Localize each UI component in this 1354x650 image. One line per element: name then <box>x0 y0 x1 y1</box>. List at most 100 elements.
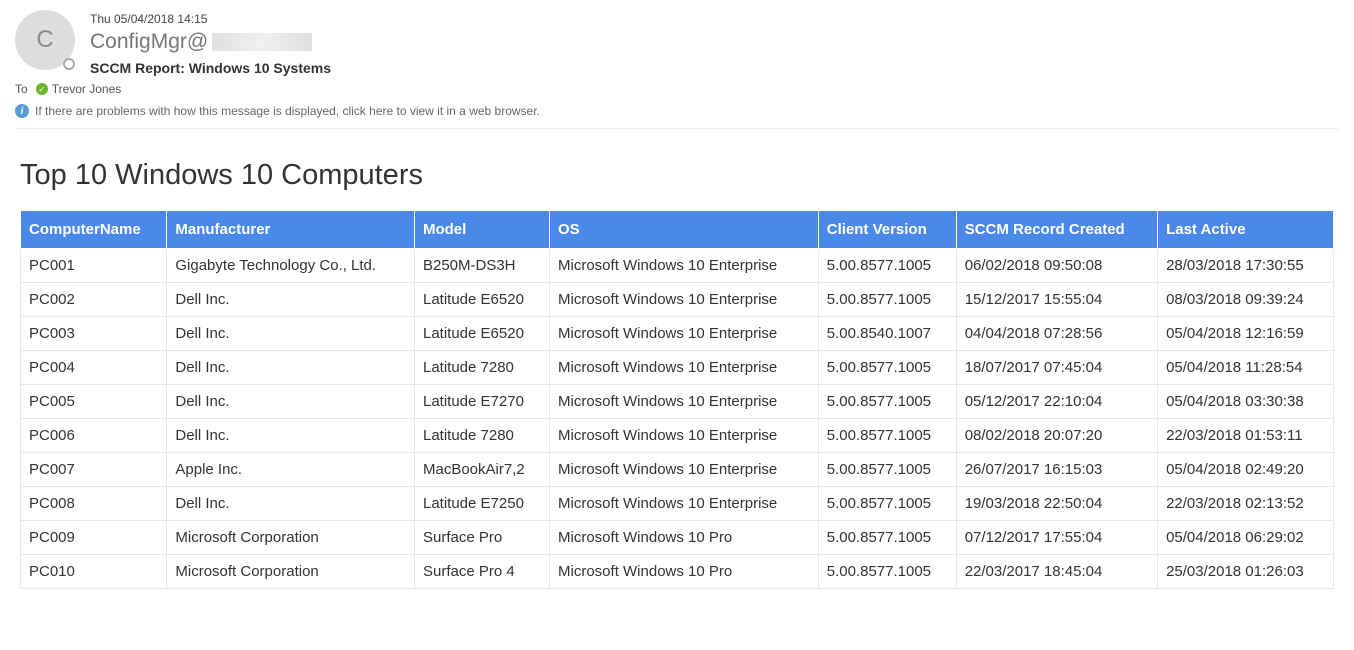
info-bar[interactable]: i If there are problems with how this me… <box>15 104 1339 118</box>
recipient-name: Trevor Jones <box>52 82 122 96</box>
table-cell: 04/04/2018 07:28:56 <box>956 317 1157 351</box>
recipient-chip[interactable]: ✓ Trevor Jones <box>36 82 122 96</box>
sender-domain-redacted <box>212 33 312 51</box>
table-cell: 22/03/2017 18:45:04 <box>956 555 1157 589</box>
table-cell: Microsoft Windows 10 Enterprise <box>550 385 819 419</box>
table-cell: 28/03/2018 17:30:55 <box>1158 249 1334 283</box>
table-cell: MacBookAir7,2 <box>414 453 549 487</box>
table-body: PC001Gigabyte Technology Co., Ltd.B250M-… <box>21 249 1334 589</box>
table-cell: 05/04/2018 11:28:54 <box>1158 351 1334 385</box>
table-row: PC004Dell Inc.Latitude 7280Microsoft Win… <box>21 351 1334 385</box>
table-row: PC003Dell Inc.Latitude E6520Microsoft Wi… <box>21 317 1334 351</box>
table-cell: Dell Inc. <box>167 351 415 385</box>
table-cell: 05/12/2017 22:10:04 <box>956 385 1157 419</box>
table-cell: Dell Inc. <box>167 487 415 521</box>
table-cell: 5.00.8577.1005 <box>818 419 956 453</box>
table-cell: 5.00.8577.1005 <box>818 521 956 555</box>
table-cell: Latitude E7250 <box>414 487 549 521</box>
table-cell: 5.00.8577.1005 <box>818 453 956 487</box>
table-cell: Microsoft Windows 10 Pro <box>550 521 819 555</box>
table-cell: Dell Inc. <box>167 385 415 419</box>
sender-name: ConfigMgr@ <box>90 30 208 54</box>
email-body: Top 10 Windows 10 Computers ComputerName… <box>15 159 1339 589</box>
table-cell: PC002 <box>21 283 167 317</box>
column-header: Last Active <box>1158 211 1334 249</box>
table-cell: 06/02/2018 09:50:08 <box>956 249 1157 283</box>
table-row: PC009Microsoft CorporationSurface ProMic… <box>21 521 1334 555</box>
table-cell: Dell Inc. <box>167 317 415 351</box>
presence-badge-icon <box>63 58 75 70</box>
table-cell: Microsoft Windows 10 Enterprise <box>550 317 819 351</box>
table-cell: PC009 <box>21 521 167 555</box>
sender-avatar: C <box>15 10 75 70</box>
table-cell: Gigabyte Technology Co., Ltd. <box>167 249 415 283</box>
table-cell: PC007 <box>21 453 167 487</box>
column-header: Model <box>414 211 549 249</box>
table-header-row: ComputerNameManufacturerModelOSClient Ve… <box>21 211 1334 249</box>
column-header: Client Version <box>818 211 956 249</box>
table-cell: PC010 <box>21 555 167 589</box>
header-divider <box>15 128 1339 129</box>
table-cell: Microsoft Windows 10 Enterprise <box>550 283 819 317</box>
table-cell: Surface Pro 4 <box>414 555 549 589</box>
table-cell: PC008 <box>21 487 167 521</box>
table-cell: PC006 <box>21 419 167 453</box>
table-cell: PC004 <box>21 351 167 385</box>
table-cell: 18/07/2017 07:45:04 <box>956 351 1157 385</box>
table-cell: Surface Pro <box>414 521 549 555</box>
table-row: PC005Dell Inc.Latitude E7270Microsoft Wi… <box>21 385 1334 419</box>
table-cell: Microsoft Windows 10 Enterprise <box>550 453 819 487</box>
table-cell: PC001 <box>21 249 167 283</box>
email-subject: SCCM Report: Windows 10 Systems <box>90 60 1339 76</box>
table-cell: 19/03/2018 22:50:04 <box>956 487 1157 521</box>
verified-icon: ✓ <box>36 83 48 95</box>
table-cell: Dell Inc. <box>167 419 415 453</box>
avatar-initial: C <box>36 26 53 54</box>
table-cell: Microsoft Windows 10 Pro <box>550 555 819 589</box>
report-table: ComputerNameManufacturerModelOSClient Ve… <box>20 210 1334 589</box>
to-label: To <box>15 82 28 96</box>
table-cell: 22/03/2018 01:53:11 <box>1158 419 1334 453</box>
table-cell: 5.00.8577.1005 <box>818 385 956 419</box>
table-cell: 5.00.8577.1005 <box>818 555 956 589</box>
table-cell: Microsoft Windows 10 Enterprise <box>550 249 819 283</box>
table-cell: 5.00.8577.1005 <box>818 351 956 385</box>
table-cell: 05/04/2018 03:30:38 <box>1158 385 1334 419</box>
email-sender: ConfigMgr@ <box>90 30 1339 54</box>
table-cell: Microsoft Windows 10 Enterprise <box>550 487 819 521</box>
table-cell: Apple Inc. <box>167 453 415 487</box>
table-cell: Latitude 7280 <box>414 351 549 385</box>
table-cell: PC003 <box>21 317 167 351</box>
table-cell: Microsoft Corporation <box>167 555 415 589</box>
table-cell: 5.00.8577.1005 <box>818 249 956 283</box>
table-cell: Latitude E6520 <box>414 283 549 317</box>
table-cell: 05/04/2018 06:29:02 <box>1158 521 1334 555</box>
table-cell: 5.00.8540.1007 <box>818 317 956 351</box>
email-header: C Thu 05/04/2018 14:15 ConfigMgr@ SCCM R… <box>15 10 1339 76</box>
table-cell: 5.00.8577.1005 <box>818 487 956 521</box>
table-cell: 5.00.8577.1005 <box>818 283 956 317</box>
column-header: OS <box>550 211 819 249</box>
info-message: If there are problems with how this mess… <box>35 104 540 118</box>
table-cell: 26/07/2017 16:15:03 <box>956 453 1157 487</box>
table-cell: Latitude E7270 <box>414 385 549 419</box>
table-row: PC007Apple Inc.MacBookAir7,2Microsoft Wi… <box>21 453 1334 487</box>
table-cell: 05/04/2018 02:49:20 <box>1158 453 1334 487</box>
table-cell: Microsoft Windows 10 Enterprise <box>550 351 819 385</box>
table-cell: 15/12/2017 15:55:04 <box>956 283 1157 317</box>
email-to-line: To ✓ Trevor Jones <box>15 82 1339 96</box>
column-header: Manufacturer <box>167 211 415 249</box>
table-cell: B250M-DS3H <box>414 249 549 283</box>
column-header: ComputerName <box>21 211 167 249</box>
email-timestamp: Thu 05/04/2018 14:15 <box>90 12 1339 26</box>
table-cell: 07/12/2017 17:55:04 <box>956 521 1157 555</box>
table-cell: Microsoft Corporation <box>167 521 415 555</box>
table-row: PC010Microsoft CorporationSurface Pro 4M… <box>21 555 1334 589</box>
info-icon: i <box>15 104 29 118</box>
table-cell: 08/03/2018 09:39:24 <box>1158 283 1334 317</box>
table-row: PC008Dell Inc.Latitude E7250Microsoft Wi… <box>21 487 1334 521</box>
table-cell: Dell Inc. <box>167 283 415 317</box>
table-row: PC001Gigabyte Technology Co., Ltd.B250M-… <box>21 249 1334 283</box>
email-header-content: Thu 05/04/2018 14:15 ConfigMgr@ SCCM Rep… <box>90 10 1339 76</box>
column-header: SCCM Record Created <box>956 211 1157 249</box>
